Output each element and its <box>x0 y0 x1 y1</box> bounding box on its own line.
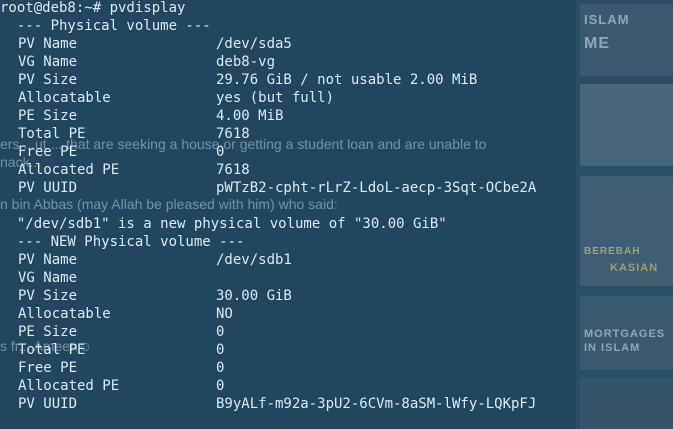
field-key: PE Size <box>18 324 78 340</box>
field-value: 0 <box>216 342 225 358</box>
sidebar-label-3: BEREBAH <box>584 246 641 257</box>
field-value: NO <box>216 306 233 322</box>
sidebar-thumbnail-3: BEREBAH KASIAN <box>580 176 673 286</box>
field-value: B9yALf-m92a-3pU2-6CVm-8aSM-lWfy-LQKpFJ <box>216 396 537 412</box>
sidebar-label-2: ME <box>584 35 610 52</box>
field-key: Allocated PE <box>18 162 120 178</box>
field-value: 29.76 GiB / not usable 2.00 MiB <box>216 72 478 88</box>
field-value: 0 <box>216 144 225 160</box>
sidebar-thumbnail-4: MORTGAGES IN ISLAM <box>580 296 673 370</box>
sidebar-label-1: ISLAM <box>584 12 630 27</box>
field-value: 4.00 MiB <box>216 108 284 124</box>
field-key: PV UUID <box>18 396 78 412</box>
field-key: Allocatable <box>18 306 111 322</box>
shell-prompt: root@deb8:~# pvdisplay <box>0 0 186 16</box>
sidebar-thumbnail-5 <box>580 378 673 429</box>
field-value: /dev/sda5 <box>216 36 292 52</box>
field-value: /dev/sdb1 <box>216 252 292 268</box>
field-key: Allocatable <box>18 90 111 106</box>
field-value: 7618 <box>216 162 250 178</box>
field-value: 0 <box>216 360 225 376</box>
sidebar-thumbnail-2 <box>580 84 673 166</box>
field-key: PV Size <box>18 72 78 88</box>
field-key: PV Name <box>18 36 78 52</box>
background-text-line-3: n bin Abbas (may Allah be pleased with h… <box>0 196 338 212</box>
field-value: deb8-vg <box>216 54 276 70</box>
field-value: 7618 <box>216 126 250 142</box>
field-value: 0 <box>216 324 225 340</box>
section-header-physical-volume: --- Physical volume --- <box>0 18 211 34</box>
field-key: Free PE <box>18 360 78 376</box>
field-key: PE Size <box>18 108 78 124</box>
field-key: PV UUID <box>18 180 78 196</box>
field-key: Total PE <box>18 126 86 142</box>
field-value: pWTzB2-cpht-rLrZ-LdoL-aecp-3Sqt-OCbe2A <box>216 180 537 196</box>
field-key: PV Size <box>18 288 78 304</box>
section-header-new-physical-volume: --- NEW Physical volume --- <box>0 234 245 250</box>
field-value: 30.00 GiB <box>216 288 292 304</box>
new-pv-message: "/dev/sdb1" is a new physical volume of … <box>0 216 447 232</box>
field-key: Allocated PE <box>18 378 120 394</box>
sidebar-thumbnail-1: ISLAM ME <box>580 4 673 76</box>
field-key: Total PE <box>18 342 86 358</box>
sidebar-label-6: IN ISLAM <box>584 342 641 354</box>
field-value: 0 <box>216 378 225 394</box>
field-key: VG Name <box>18 54 78 70</box>
field-key: PV Name <box>18 252 78 268</box>
sidebar-label-5: MORTGAGES <box>584 328 666 340</box>
sidebar-label-4: KASIAN <box>610 262 659 274</box>
field-key: Free PE <box>18 144 78 160</box>
field-key: VG Name <box>18 270 78 286</box>
field-value: yes (but full) <box>216 90 335 106</box>
